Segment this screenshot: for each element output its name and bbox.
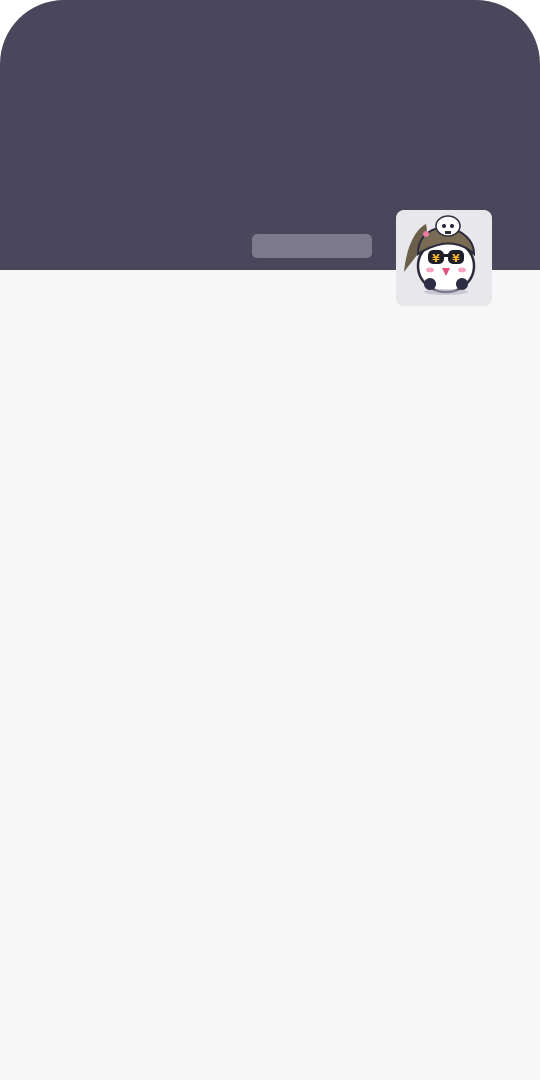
svg-text:¥: ¥: [432, 252, 440, 265]
content-area-empty: [0, 270, 540, 1080]
svg-text:¥: ¥: [452, 252, 460, 265]
app-screen: ¥ ¥: [0, 0, 540, 1080]
username-placeholder: [252, 234, 372, 258]
